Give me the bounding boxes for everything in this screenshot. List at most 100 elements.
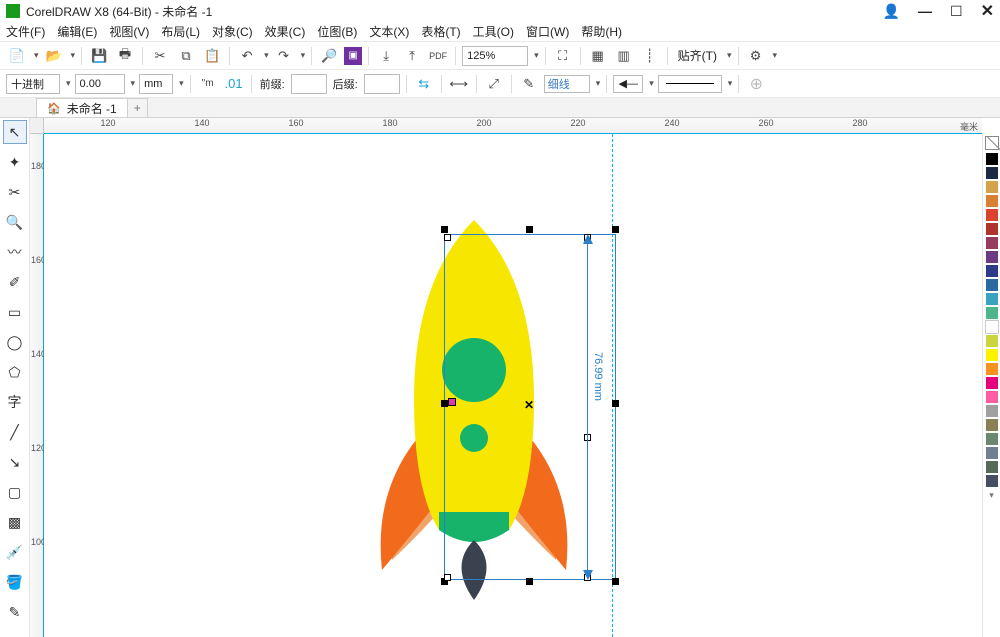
handle-bm[interactable] [526,578,533,585]
horizontal-ruler[interactable]: 120 140 160 180 200 220 240 260 280 毫米 [44,118,982,134]
handle-br[interactable] [612,578,619,585]
export-button[interactable]: ⤒ [401,45,423,67]
menu-tools[interactable]: 工具(O) [473,23,514,40]
menu-window[interactable]: 窗口(W) [526,23,569,40]
swatch[interactable] [985,152,999,166]
polygon-tool[interactable]: ⬠ [3,360,27,384]
swatch[interactable] [985,432,999,446]
menu-text[interactable]: 文本(X) [369,23,409,40]
no-fill-swatch[interactable] [985,136,999,150]
swatch[interactable] [985,194,999,208]
shape-tool[interactable]: ✦ [3,150,27,174]
drop-shadow-tool[interactable]: ▢ [3,480,27,504]
freehand-tool[interactable]: 〰 [3,240,27,264]
handle-tr[interactable] [612,226,619,233]
cut-button[interactable]: ✂ [149,45,171,67]
object-center[interactable] [448,398,456,406]
undo-button[interactable]: ↶ [236,45,258,67]
dynamic-dim-button[interactable]: ⟷ [448,73,470,95]
dimension-line[interactable] [587,240,588,574]
minimize-button[interactable]: — [918,3,932,19]
dim-node-start[interactable] [444,234,451,241]
menu-layout[interactable]: 布局(L) [161,23,200,40]
handle-tm[interactable] [526,226,533,233]
drawing-canvas[interactable]: ✕ 76.99 mm [44,134,982,637]
dim-node-end[interactable] [444,574,451,581]
text-tool[interactable]: 字 [3,390,27,414]
snap-label[interactable]: 贴齐(T) [674,47,721,64]
swatch[interactable] [985,334,999,348]
handle-ml[interactable] [441,400,448,407]
swatch[interactable] [985,180,999,194]
swatch[interactable] [985,446,999,460]
transparency-tool[interactable]: ▩ [3,510,27,534]
outline-width[interactable]: 细线 [544,75,590,93]
suffix-input[interactable] [364,74,400,94]
fullscreen-button[interactable]: ⛶ [552,45,574,67]
line-style[interactable] [658,75,722,93]
start-arrow[interactable]: ◀— [613,75,643,93]
redo-button[interactable]: ↷ [273,45,295,67]
menu-edit[interactable]: 编辑(E) [57,23,97,40]
swatch[interactable] [985,348,999,362]
fill-tool[interactable]: 🪣 [3,570,27,594]
swatch[interactable] [985,264,999,278]
swatch[interactable] [985,222,999,236]
swatch[interactable] [985,306,999,320]
ruler-corner[interactable] [30,118,44,134]
parallel-dim-tool[interactable]: ╱ [3,420,27,444]
new-doc-button[interactable]: 📄 [6,45,28,67]
options-button[interactable]: ⚙ [745,45,767,67]
swatch[interactable] [985,362,999,376]
close-button[interactable]: ✕ [981,1,994,21]
import-button[interactable]: ⤓ [375,45,397,67]
menu-view[interactable]: 视图(V) [109,23,149,40]
open-button[interactable]: 📂 [43,45,65,67]
precision-value[interactable]: 0.00 [75,74,125,94]
swatch[interactable] [985,320,999,334]
swatch[interactable] [985,460,999,474]
pdf-button[interactable]: PDF [427,45,449,67]
crop-tool[interactable]: ✂ [3,180,27,204]
zoom-tool[interactable]: 🔍 [3,210,27,234]
document-tab[interactable]: 🏠 未命名 -1 [36,98,128,117]
swatch[interactable] [985,390,999,404]
ext-line-button[interactable]: ⤢ [483,73,505,95]
ellipse-tool[interactable]: ◯ [3,330,27,354]
grid-button[interactable]: ▥ [613,45,635,67]
menu-table[interactable]: 表格(T) [421,23,460,40]
guides-button[interactable]: ┊ [639,45,661,67]
menu-effect[interactable]: 效果(C) [265,23,306,40]
connector-tool[interactable]: ↘ [3,450,27,474]
swatch[interactable] [985,404,999,418]
swatch[interactable] [985,208,999,222]
search-button[interactable]: 🔎 [318,45,340,67]
save-button[interactable]: 💾 [88,45,110,67]
swatch[interactable] [985,474,999,488]
copy-button[interactable]: ⧉ [175,45,197,67]
swatch[interactable] [985,418,999,432]
prefix-input[interactable] [291,74,327,94]
menu-help[interactable]: 帮助(H) [581,23,622,40]
menu-object[interactable]: 对象(C) [212,23,253,40]
outline-tool[interactable]: ✎ [3,600,27,624]
swatch[interactable] [985,250,999,264]
handle-tl[interactable] [441,226,448,233]
swatch[interactable] [985,376,999,390]
palette-scroll-down[interactable]: ▾ [989,490,994,501]
print-button[interactable]: 🖶 [114,45,136,67]
swatch[interactable] [985,292,999,306]
text-position-button[interactable]: ⇆ [413,73,435,95]
menu-file[interactable]: 文件(F) [6,23,45,40]
zoom-level[interactable]: 125% [462,46,528,66]
new-tab-button[interactable]: + [128,98,148,117]
swatch[interactable] [985,236,999,250]
handle-mr[interactable] [612,400,619,407]
maximize-button[interactable]: ☐ [950,3,963,20]
add-preset-button[interactable]: ⊕ [745,73,767,95]
rulers-button[interactable]: ▦ [587,45,609,67]
show-units-button[interactable]: "m [197,73,219,95]
unit-select[interactable]: mm [139,74,173,94]
rectangle-tool[interactable]: ▭ [3,300,27,324]
leading-zero-button[interactable]: .01 [223,73,245,95]
